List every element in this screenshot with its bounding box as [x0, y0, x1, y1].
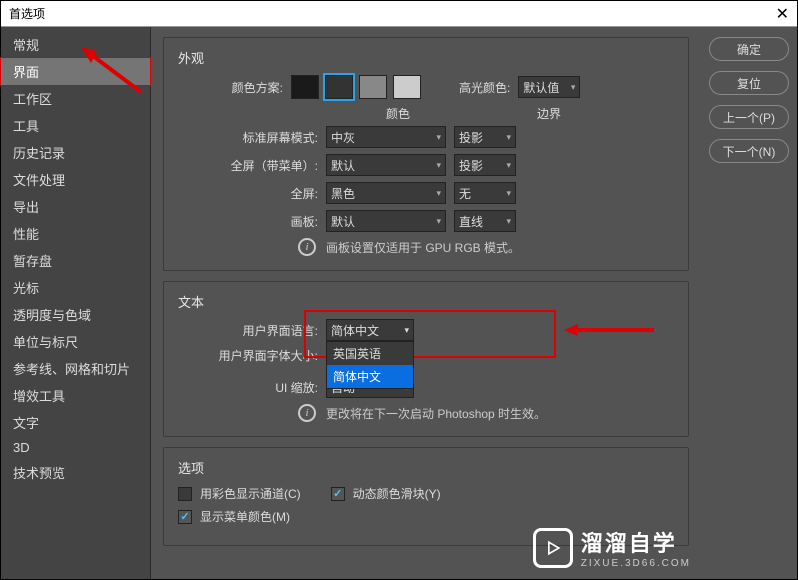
text-title: 文本 — [178, 292, 674, 311]
sidebar-item-history[interactable]: 历史记录 — [1, 139, 150, 166]
text-info: 更改将在下一次启动 Photoshop 时生效。 — [326, 405, 546, 422]
right-panel: 确定 复位 上一个(P) 下一个(N) — [701, 27, 797, 579]
highlight-select[interactable]: 默认值▾ — [518, 76, 580, 98]
sidebar-item-workspace[interactable]: 工作区 — [1, 85, 150, 112]
sidebar-item-techpreview[interactable]: 技术预览 — [1, 459, 150, 486]
sidebar-item-3d[interactable]: 3D — [1, 436, 150, 459]
checkbox-color-channels[interactable] — [178, 487, 192, 501]
full-color[interactable]: 黑色▾ — [326, 182, 446, 204]
std-screen-label: 标准屏幕模式: — [178, 129, 318, 146]
ui-lang-menu: 英国英语 简体中文 — [326, 341, 414, 389]
watermark: 溜溜自学 ZIXUE.3D66.COM — [533, 526, 691, 569]
appearance-info: 画板设置仅适用于 GPU RGB 模式。 — [326, 239, 520, 256]
next-button[interactable]: 下一个(N) — [709, 139, 789, 163]
info-icon: i — [298, 404, 316, 422]
std-screen-border[interactable]: 投影▾ — [454, 126, 516, 148]
col-color: 颜色 — [338, 105, 458, 122]
artboard-color[interactable]: 默认▾ — [326, 210, 446, 232]
prev-button[interactable]: 上一个(P) — [709, 105, 789, 129]
sidebar-item-performance[interactable]: 性能 — [1, 220, 150, 247]
sidebar-item-general[interactable]: 常规 — [1, 31, 150, 58]
menu-colors-label: 显示菜单颜色(M) — [200, 508, 290, 525]
checkbox-menu-colors[interactable] — [178, 510, 192, 524]
sidebar-item-tools[interactable]: 工具 — [1, 112, 150, 139]
lang-option-cn[interactable]: 简体中文 — [327, 365, 413, 388]
swatch-light[interactable] — [393, 75, 421, 99]
lang-option-en[interactable]: 英国英语 — [327, 342, 413, 365]
watermark-cn: 溜溜自学 — [581, 526, 691, 558]
sidebar-item-scratch[interactable]: 暂存盘 — [1, 247, 150, 274]
reset-button[interactable]: 复位 — [709, 71, 789, 95]
ok-button[interactable]: 确定 — [709, 37, 789, 61]
sidebar: 常规 界面 工作区 工具 历史记录 文件处理 导出 性能 暂存盘 光标 透明度与… — [1, 27, 151, 579]
sidebar-item-guides[interactable]: 参考线、网格和切片 — [1, 355, 150, 382]
sidebar-item-transparency[interactable]: 透明度与色域 — [1, 301, 150, 328]
sidebar-item-units[interactable]: 单位与标尺 — [1, 328, 150, 355]
watermark-logo-icon — [533, 528, 573, 568]
sidebar-item-plugins[interactable]: 增效工具 — [1, 382, 150, 409]
window-title: 首选项 — [9, 5, 45, 22]
full-menu-border[interactable]: 投影▾ — [454, 154, 516, 176]
full-border[interactable]: 无▾ — [454, 182, 516, 204]
color-scheme-label: 颜色方案: — [178, 79, 283, 96]
sidebar-item-export[interactable]: 导出 — [1, 193, 150, 220]
close-icon[interactable]: ✕ — [776, 4, 789, 24]
font-size-label: 用户界面字体大小: — [178, 347, 318, 364]
full-label: 全屏: — [178, 185, 318, 202]
full-menu-color[interactable]: 默认▾ — [326, 154, 446, 176]
artboard-border[interactable]: 直线▾ — [454, 210, 516, 232]
checkbox-dynamic-sliders[interactable] — [331, 487, 345, 501]
appearance-title: 外观 — [178, 48, 674, 67]
titlebar: 首选项 ✕ — [1, 1, 797, 27]
sidebar-item-type[interactable]: 文字 — [1, 409, 150, 436]
text-section: 文本 用户界面语言: 简体中文▾ 英国英语 简体中文 用户界面字体大小: — [163, 281, 689, 437]
content: 外观 颜色方案: 高光颜色: 默认值▾ 颜色 — [151, 27, 701, 579]
watermark-en: ZIXUE.3D66.COM — [581, 558, 691, 569]
sidebar-item-file[interactable]: 文件处理 — [1, 166, 150, 193]
ui-zoom-label: UI 缩放: — [178, 379, 318, 396]
info-icon: i — [298, 238, 316, 256]
ui-lang-label: 用户界面语言: — [178, 322, 318, 339]
full-menu-label: 全屏（带菜单）: — [178, 157, 318, 174]
std-screen-color[interactable]: 中灰▾ — [326, 126, 446, 148]
sidebar-item-interface[interactable]: 界面 — [1, 58, 150, 85]
color-channels-label: 用彩色显示通道(C) — [200, 485, 301, 502]
dynamic-sliders-label: 动态颜色滑块(Y) — [353, 485, 441, 502]
col-border: 边界 — [518, 105, 580, 122]
appearance-section: 外观 颜色方案: 高光颜色: 默认值▾ 颜色 — [163, 37, 689, 271]
swatch-dark[interactable] — [325, 75, 353, 99]
swatch-mid[interactable] — [359, 75, 387, 99]
sidebar-item-cursor[interactable]: 光标 — [1, 274, 150, 301]
artboard-label: 画板: — [178, 213, 318, 230]
color-scheme-swatches — [291, 75, 421, 99]
options-title: 选项 — [178, 458, 674, 477]
ui-lang-select[interactable]: 简体中文▾ 英国英语 简体中文 — [326, 319, 414, 341]
highlight-label: 高光颜色: — [459, 79, 510, 96]
swatch-darkest[interactable] — [291, 75, 319, 99]
